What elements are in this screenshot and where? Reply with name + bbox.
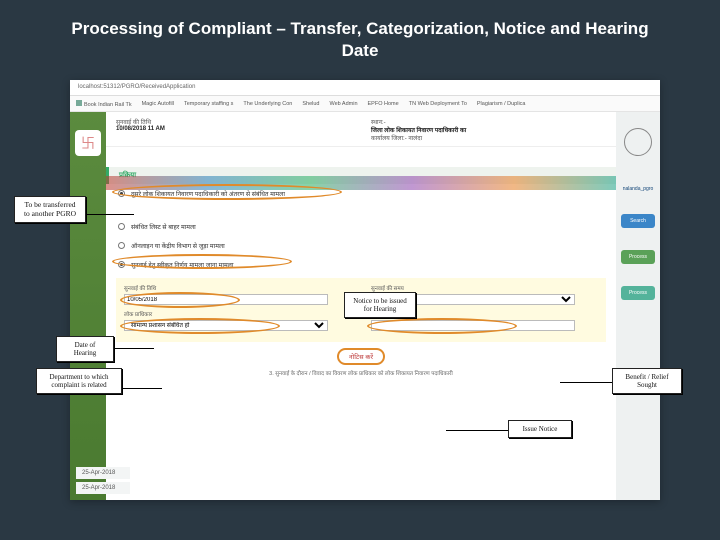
right-panel: nalanda_pgro Search Process Process: [616, 112, 660, 500]
bm-2[interactable]: Magic Autofill: [142, 101, 174, 107]
footer-note: 3. सुनवाई के दौरान / विवाद का विवरण लोक …: [106, 365, 616, 381]
radio-transfer-label: दूसरे लोक शिकायत निवारण पदाधिकारी को अंत…: [131, 189, 285, 198]
slide-title: Processing of Compliant – Transfer, Cate…: [0, 0, 720, 72]
relief-input[interactable]: [371, 320, 575, 331]
radio-icon: [118, 223, 125, 230]
hearing-date-input[interactable]: [124, 294, 328, 305]
process-button-2[interactable]: Process: [621, 286, 655, 300]
callout-dept: Department to which complaint is related: [36, 368, 122, 394]
dept-select[interactable]: सामान्य प्रशासन संबंधित हो: [124, 320, 328, 331]
search-button[interactable]: Search: [621, 214, 655, 228]
bm-8[interactable]: TN Web Deployment To: [409, 101, 467, 107]
radio-central-dept[interactable]: ऑनलाइन या केंद्रीय विभाग से जुड़ा मामला: [106, 236, 616, 255]
office-label: स्थान:-: [371, 118, 606, 126]
form-time-label: सुनवाई की समय: [371, 284, 598, 292]
callout-issue: Issue Notice: [508, 420, 572, 438]
radio-notice-hearing[interactable]: सुनवाई हेतु स्वीकृत निर्णय मामला जाना मा…: [106, 255, 616, 274]
left-banner: 卐: [70, 112, 106, 500]
radio-transfer[interactable]: दूसरे लोक शिकायत निवारण पदाधिकारी को अंत…: [106, 184, 616, 203]
govt-seal-icon: [624, 128, 652, 156]
username-label: nalanda_pgro: [616, 186, 660, 192]
radio-icon: [118, 261, 125, 268]
radio-icon: [118, 242, 125, 249]
callout-date-hearing: Date of Hearing: [56, 336, 114, 362]
list-date-1[interactable]: 25-Apr-2018: [76, 467, 130, 479]
bm-7[interactable]: EPFO Home: [368, 101, 399, 107]
radio-outside-list[interactable]: संबंधित लिस्ट से बाहर मामला: [106, 217, 616, 236]
list-date-2[interactable]: 25-Apr-2018: [76, 482, 130, 494]
office-sub: कार्यालय जिला:- नालंदा: [371, 134, 606, 142]
process-button-1[interactable]: Process: [621, 250, 655, 264]
office-value: जिला लोक शिकायत निवारण पदाधिकारी का: [371, 126, 606, 134]
hearing-date-label: सुनवाई की तिथि: [116, 118, 351, 126]
bookmarks-bar[interactable]: Book Indian Rail Tk Magic Autofill Tempo…: [70, 96, 660, 112]
bm-5[interactable]: Shelud: [302, 101, 319, 107]
bm-3[interactable]: Temporary staffing s: [184, 101, 233, 107]
form-dept-label: लोक प्राधिकार: [124, 310, 351, 318]
hearing-date-value: 10/08/2018 11 AM: [116, 126, 351, 132]
radio-outside-label: संबंधित लिस्ट से बाहर मामला: [131, 222, 196, 231]
bm-1[interactable]: Book Indian Rail Tk: [76, 100, 132, 108]
callout-transfer: To be transferred to another PGRO: [14, 196, 86, 223]
radio-icon: [118, 190, 125, 197]
radio-notice-label: सुनवाई हेतु स्वीकृत निर्णय मामला जाना मा…: [131, 260, 233, 269]
date-list: 25-Apr-2018 25-Apr-2018: [76, 464, 130, 494]
callout-relief: Benefit / Relief Sought: [612, 368, 682, 394]
swastik-emblem: 卐: [75, 130, 101, 156]
address-bar[interactable]: localhost:51312/PGRO/ReceivedApplication: [70, 80, 660, 96]
header-row: सुनवाई की तिथि 10/08/2018 11 AM स्थान:- …: [106, 112, 616, 147]
issue-notice-button[interactable]: नोटिस करें: [337, 348, 385, 365]
callout-notice: Notice to be issued for Hearing: [344, 292, 416, 318]
bm-4[interactable]: The Underlying Con: [243, 101, 292, 107]
form-date-label: सुनवाई की तिथि: [124, 284, 351, 292]
bm-6[interactable]: Web Admin: [329, 101, 357, 107]
bm-9[interactable]: Plagiarism / Duplica: [477, 101, 526, 107]
radio-central-label: ऑनलाइन या केंद्रीय विभाग से जुड़ा मामला: [131, 241, 225, 250]
